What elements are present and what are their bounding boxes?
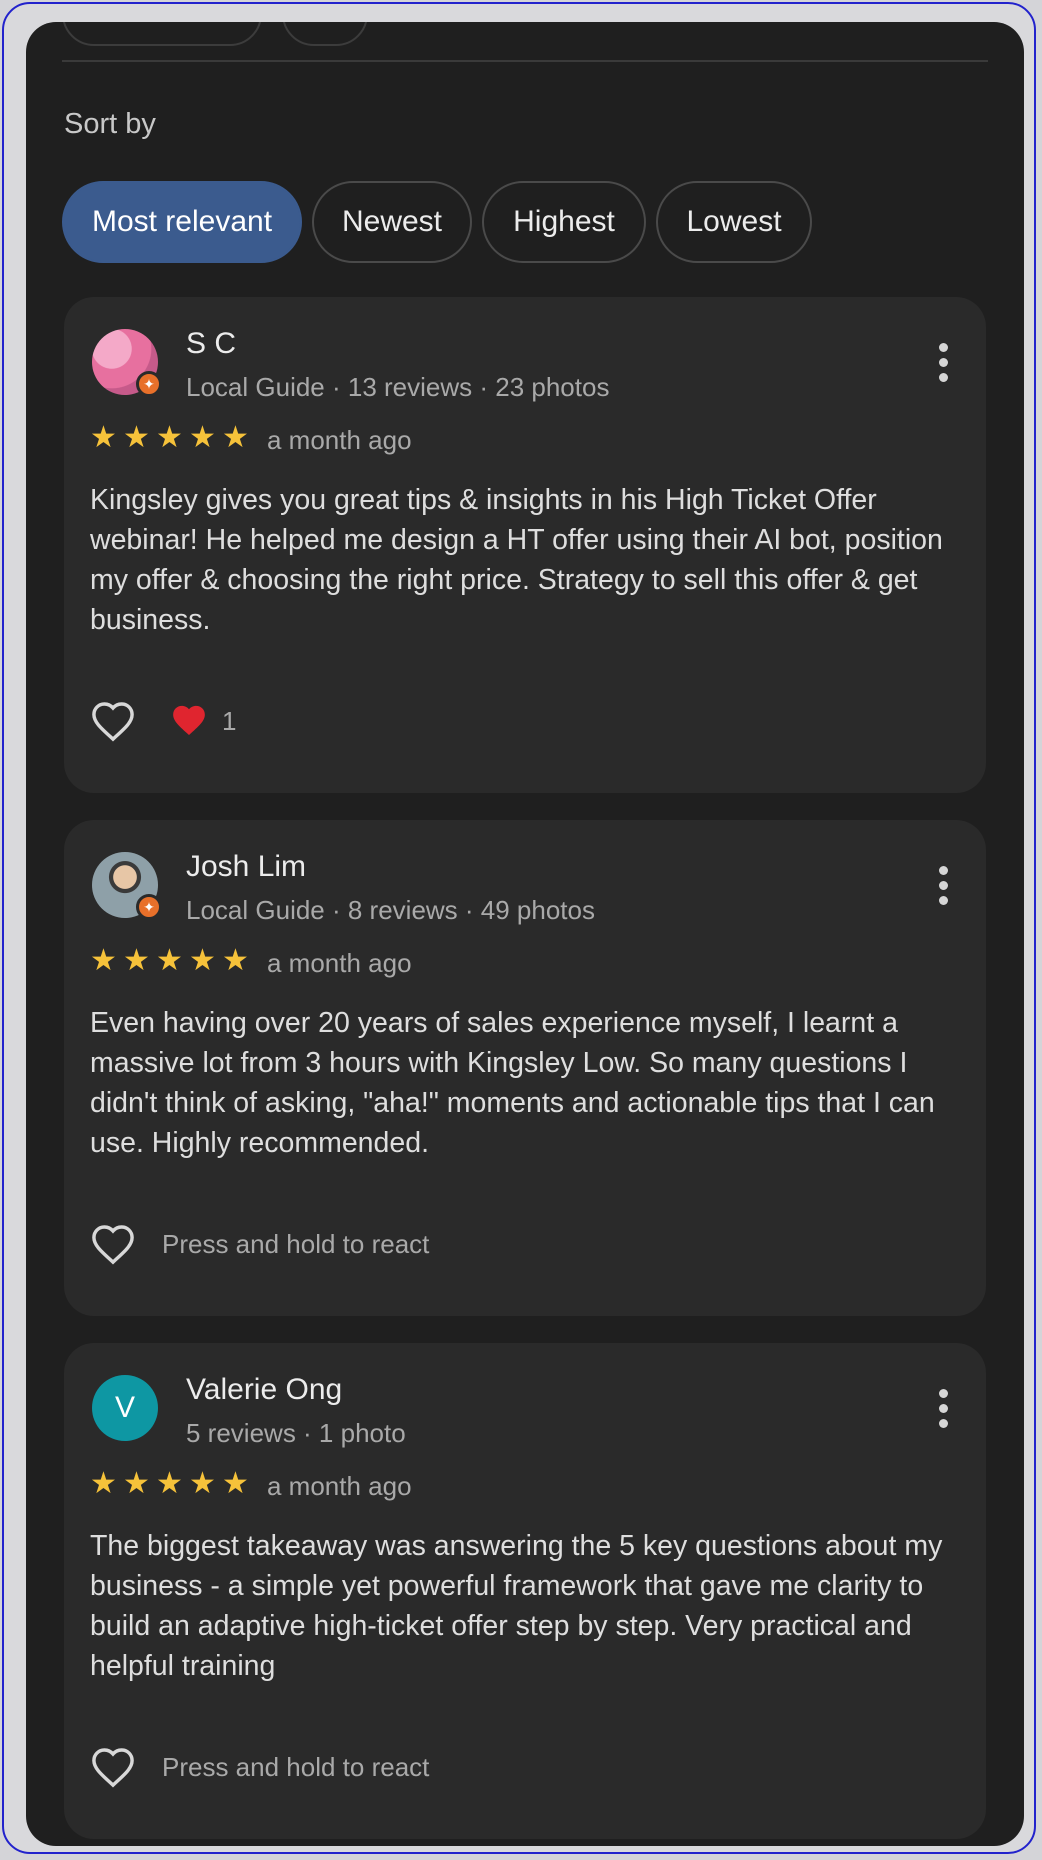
react-hint: Press and hold to react xyxy=(162,1752,430,1782)
star-rating: ★ ★ ★ ★ ★ xyxy=(90,421,255,455)
divider xyxy=(62,60,988,62)
review-card: ✦ S C Local Guide · 13 reviews · 23 phot… xyxy=(64,297,986,793)
sort-chip-lowest[interactable]: Lowest xyxy=(656,181,812,263)
heart-outline-icon[interactable] xyxy=(90,700,136,742)
avatar[interactable]: ✦ xyxy=(92,329,162,397)
reviewer-name[interactable]: Valerie Ong xyxy=(186,1373,342,1407)
star-icon: ★ xyxy=(222,1467,249,1500)
star-icon: ★ xyxy=(123,944,150,977)
star-icon: ★ xyxy=(90,421,117,454)
more-options-icon[interactable] xyxy=(936,1389,950,1429)
heart-outline-icon[interactable] xyxy=(90,1223,136,1265)
star-rating: ★ ★ ★ ★ ★ xyxy=(90,944,255,978)
star-icon: ★ xyxy=(90,944,117,977)
avatar[interactable]: ✦ xyxy=(92,852,162,920)
star-icon: ★ xyxy=(189,421,216,454)
review-date: a month ago xyxy=(267,948,412,978)
star-icon: ★ xyxy=(222,944,249,977)
sort-chip-newest[interactable]: Newest xyxy=(312,181,472,263)
reviewer-name[interactable]: S C xyxy=(186,327,236,361)
device-frame: Sort by Most relevant Newest Highest Low… xyxy=(2,2,1036,1854)
star-icon: ★ xyxy=(189,944,216,977)
review-date: a month ago xyxy=(267,1471,412,1501)
review-text: Even having over 20 years of sales exper… xyxy=(90,1007,935,1159)
star-icon: ★ xyxy=(222,421,249,454)
filter-chip-partial[interactable] xyxy=(282,22,368,46)
more-options-icon[interactable] xyxy=(936,866,950,906)
reviewer-meta: Local Guide · 13 reviews · 23 photos xyxy=(186,372,610,402)
red-heart-icon[interactable] xyxy=(170,702,208,738)
star-icon: ★ xyxy=(156,1467,183,1500)
sort-chip-most-relevant[interactable]: Most relevant xyxy=(62,181,302,263)
sort-chip-highest[interactable]: Highest xyxy=(482,181,646,263)
local-guide-badge-icon: ✦ xyxy=(136,894,162,920)
heart-outline-icon[interactable] xyxy=(90,1746,136,1788)
reviewer-meta: Local Guide · 8 reviews · 49 photos xyxy=(186,895,595,925)
star-icon: ★ xyxy=(156,421,183,454)
review-card: ✦ Josh Lim Local Guide · 8 reviews · 49 … xyxy=(64,820,986,1316)
review-card: V Valerie Ong 5 reviews · 1 photo ★ ★ ★ … xyxy=(64,1343,986,1839)
avatar[interactable]: V xyxy=(92,1375,158,1441)
star-icon: ★ xyxy=(90,1467,117,1500)
star-icon: ★ xyxy=(189,1467,216,1500)
more-options-icon[interactable] xyxy=(936,343,950,383)
react-hint: Press and hold to react xyxy=(162,1229,430,1259)
star-icon: ★ xyxy=(123,1467,150,1500)
star-icon: ★ xyxy=(123,421,150,454)
reviewer-meta: 5 reviews · 1 photo xyxy=(186,1418,406,1448)
sort-by-label: Sort by xyxy=(64,108,156,140)
star-rating: ★ ★ ★ ★ ★ xyxy=(90,1467,255,1501)
reviews-screen: Sort by Most relevant Newest Highest Low… xyxy=(26,22,1024,1846)
review-text: The biggest takeaway was answering the 5… xyxy=(90,1530,943,1682)
local-guide-badge-icon: ✦ xyxy=(136,371,162,397)
reviewer-name[interactable]: Josh Lim xyxy=(186,850,306,884)
star-icon: ★ xyxy=(156,944,183,977)
review-text: Kingsley gives you great tips & insights… xyxy=(90,484,943,636)
review-date: a month ago xyxy=(267,425,412,455)
reaction-count: 1 xyxy=(222,706,237,736)
filter-chip-partial[interactable] xyxy=(62,22,262,46)
